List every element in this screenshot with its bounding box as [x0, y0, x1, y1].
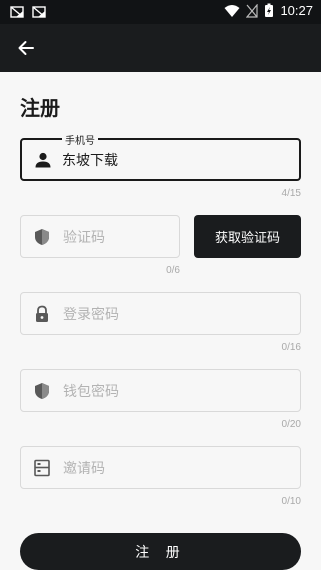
- status-right: 10:27: [224, 3, 313, 18]
- wallet-password-counter: 0/20: [281, 419, 301, 430]
- login-password-field[interactable]: 登录密码: [20, 292, 301, 335]
- phone-input[interactable]: 东坡下载: [62, 150, 118, 170]
- page-title: 注册: [20, 96, 60, 120]
- shield-icon: [35, 228, 49, 245]
- phone-field[interactable]: 手机号 东坡下载: [20, 132, 301, 181]
- register-button[interactable]: 注 册: [20, 533, 301, 570]
- invite-code-input[interactable]: 邀请码: [63, 458, 105, 478]
- notification-icon: [10, 6, 24, 18]
- get-code-button[interactable]: 获取验证码: [194, 215, 301, 258]
- battery-charging-icon: [265, 3, 274, 17]
- cabinet-icon: [34, 459, 50, 476]
- shield-icon: [35, 382, 49, 399]
- login-password-input[interactable]: 登录密码: [63, 304, 119, 324]
- invite-code-counter: 0/10: [281, 496, 301, 507]
- code-input[interactable]: 验证码: [63, 227, 105, 247]
- wifi-icon: [224, 4, 240, 17]
- wallet-password-field[interactable]: 钱包密码: [20, 369, 301, 412]
- no-signal-icon: [246, 3, 259, 18]
- phone-counter: 4/15: [281, 188, 301, 199]
- notification-icon: [32, 6, 46, 18]
- arrow-left-icon: [18, 41, 34, 55]
- clock: 10:27: [280, 3, 313, 18]
- status-bar: 10:27: [0, 0, 321, 24]
- phone-field-label: 手机号: [62, 132, 98, 147]
- lock-icon: [36, 305, 48, 322]
- login-password-counter: 0/16: [281, 342, 301, 353]
- app-bar: [0, 24, 321, 72]
- code-counter: 0/6: [166, 265, 180, 276]
- back-button[interactable]: [12, 34, 40, 62]
- status-left: [10, 5, 46, 19]
- wallet-password-input[interactable]: 钱包密码: [63, 381, 119, 401]
- person-icon: [35, 152, 51, 167]
- code-field[interactable]: 验证码: [20, 215, 180, 258]
- invite-code-field[interactable]: 邀请码: [20, 446, 301, 489]
